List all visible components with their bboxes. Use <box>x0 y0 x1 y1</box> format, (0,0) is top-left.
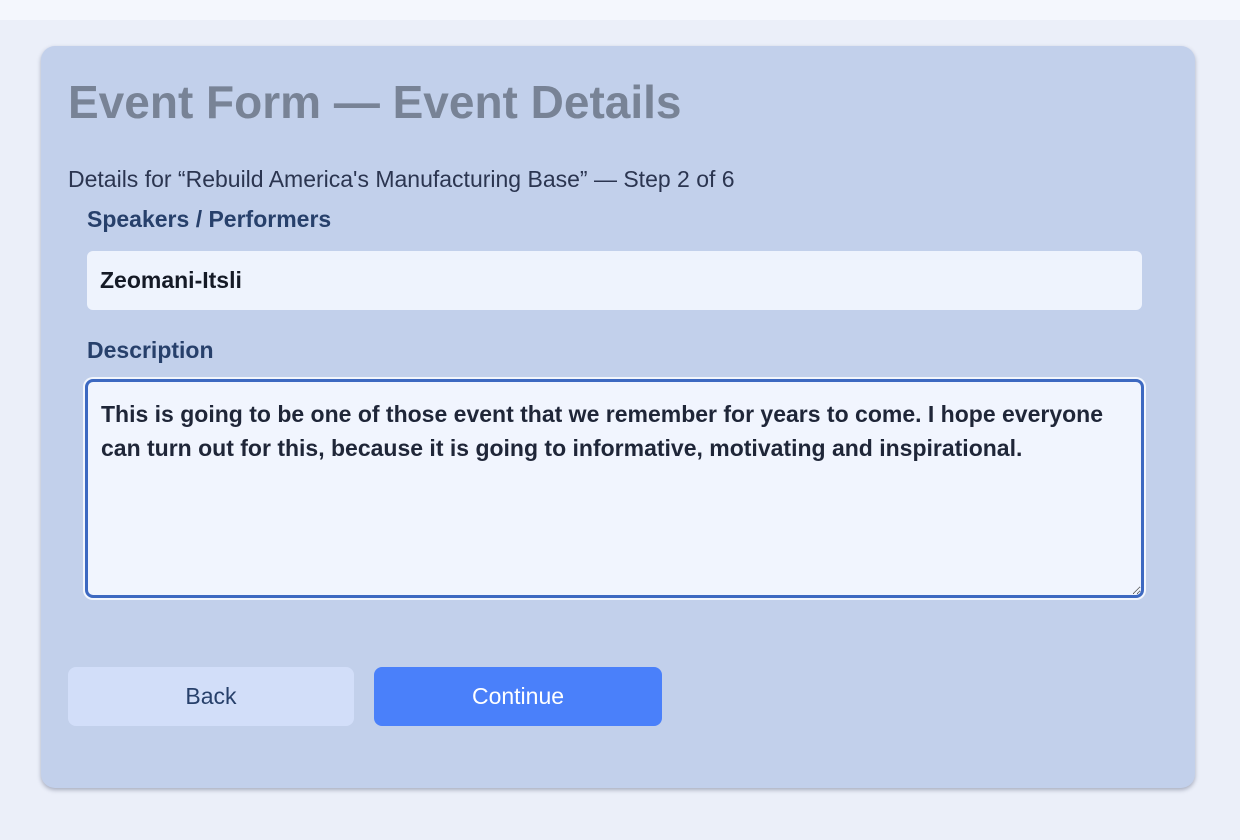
description-label: Description <box>87 337 214 363</box>
speakers-label: Speakers / Performers <box>87 206 332 232</box>
event-form-card: Event Form — Event Details Details for “… <box>41 46 1195 788</box>
continue-button[interactable]: Continue <box>374 667 662 726</box>
speakers-input[interactable] <box>87 251 1142 310</box>
page-title: Event Form — Event Details <box>68 76 682 128</box>
description-textarea[interactable]: This is going to be one of those event t… <box>85 379 1144 598</box>
back-button[interactable]: Back <box>68 667 354 726</box>
step-subtitle: Details for “Rebuild America's Manufactu… <box>68 166 735 192</box>
top-strip <box>0 0 1240 20</box>
